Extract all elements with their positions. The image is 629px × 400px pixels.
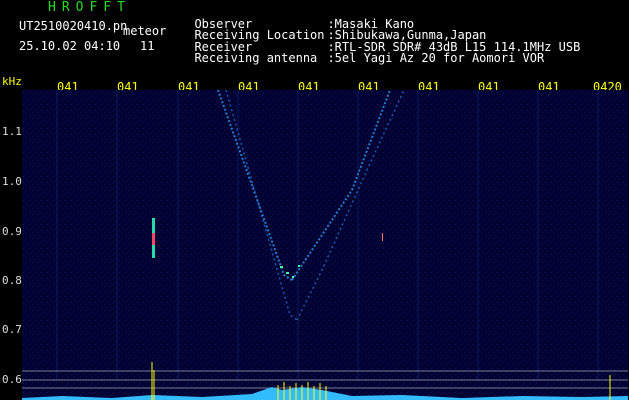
info-row-antenna: Receiving antenna :5el Yagi Az 20 for Aom…: [180, 40, 544, 64]
event-tag: meteor: [123, 24, 167, 38]
y-tick-label: 0.8: [2, 274, 22, 287]
event-count: 11: [140, 39, 155, 53]
y-tick-label: 0.9: [2, 225, 22, 238]
ping-echo-left: [152, 218, 155, 258]
y-tick-label: 1.1: [2, 125, 22, 138]
info-value: :5el Yagi Az 20 for Aomori VOR: [327, 51, 545, 65]
info-key: Receiving antenna: [194, 51, 318, 65]
brand-title: HROFFT: [48, 0, 131, 15]
y-tick-label: 0.7: [2, 323, 22, 336]
y-tick-label: 0.6: [2, 373, 22, 386]
spectrogram-background: [22, 90, 628, 400]
date-time: 25.10.02 04:10: [19, 39, 121, 53]
file-name: UT2510020410.pn: [19, 19, 128, 33]
ping-echo-right: [382, 233, 383, 241]
spectrogram-panel: [22, 90, 628, 400]
y-tick-label: 1.0: [2, 175, 22, 188]
frequency-unit-label: kHz: [2, 75, 22, 88]
